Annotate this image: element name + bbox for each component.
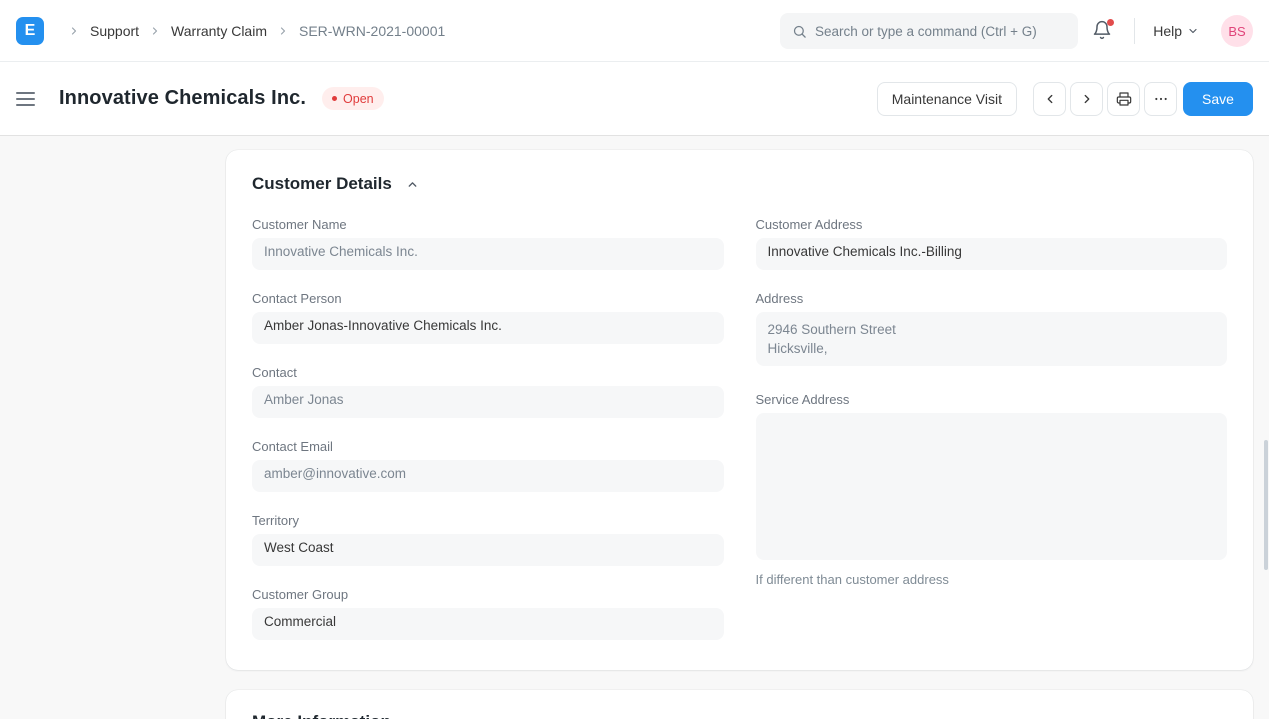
- service-address-label: Service Address: [756, 392, 1228, 407]
- page-header-actions: Maintenance Visit Save: [877, 82, 1253, 116]
- sidebar-toggle-icon[interactable]: [16, 90, 35, 108]
- address-display: 2946 Southern Street Hicksville,: [756, 312, 1228, 366]
- chevron-down-icon: [1187, 25, 1199, 37]
- previous-document-button[interactable]: [1033, 82, 1066, 116]
- customer-details-grid: Customer Name Innovative Chemicals Inc. …: [252, 217, 1227, 661]
- contact-label: Contact: [252, 365, 724, 380]
- column-left: Customer Name Innovative Chemicals Inc. …: [252, 217, 724, 661]
- page-title: Innovative Chemicals Inc.: [59, 87, 306, 110]
- breadcrumb: Support Warranty Claim SER-WRN-2021-0000…: [58, 23, 445, 39]
- help-menu[interactable]: Help: [1153, 23, 1199, 39]
- search-icon: [792, 24, 807, 39]
- chevron-right-icon: [277, 25, 289, 37]
- chevron-right-icon: [149, 25, 161, 37]
- search-input[interactable]: Search or type a command (Ctrl + G): [780, 13, 1078, 49]
- more-information-section-header[interactable]: More Information: [252, 712, 1227, 719]
- breadcrumb-support[interactable]: Support: [90, 23, 139, 39]
- customer-details-section-header[interactable]: Customer Details: [252, 174, 1227, 194]
- address-line-1: 2946 Southern Street: [768, 320, 1216, 339]
- section-title: More Information: [252, 712, 391, 719]
- contact-input[interactable]: Amber Jonas: [252, 386, 724, 418]
- address-line-2: Hicksville,: [768, 339, 1216, 358]
- field-service-address: Service Address If different than custom…: [756, 392, 1228, 587]
- navbar: E Support Warranty Claim SER-WRN-2021-00…: [0, 0, 1269, 62]
- user-avatar[interactable]: BS: [1221, 15, 1253, 47]
- more-information-section: More Information: [226, 690, 1253, 719]
- chevron-right-icon: [1080, 92, 1094, 106]
- territory-input[interactable]: West Coast: [252, 534, 724, 566]
- form-body: Customer Details Customer Name Innovativ…: [0, 136, 1269, 719]
- search-placeholder: Search or type a command (Ctrl + G): [815, 24, 1037, 39]
- address-label: Address: [756, 291, 1228, 306]
- column-right: Customer Address Innovative Chemicals In…: [756, 217, 1228, 661]
- customer-group-input[interactable]: Commercial: [252, 608, 724, 640]
- service-address-help-text: If different than customer address: [756, 572, 1228, 587]
- app-logo-icon[interactable]: E: [16, 17, 44, 45]
- customer-details-section: Customer Details Customer Name Innovativ…: [226, 150, 1253, 670]
- field-contact-email: Contact Email amber@innovative.com: [252, 439, 724, 492]
- territory-label: Territory: [252, 513, 724, 528]
- contact-person-label: Contact Person: [252, 291, 724, 306]
- page-header: Innovative Chemicals Inc. Open Maintenan…: [0, 62, 1269, 136]
- help-label: Help: [1153, 23, 1182, 39]
- status-badge: Open: [322, 87, 384, 110]
- customer-group-label: Customer Group: [252, 587, 724, 602]
- field-territory: Territory West Coast: [252, 513, 724, 566]
- printer-icon: [1116, 91, 1132, 107]
- field-customer-address: Customer Address Innovative Chemicals In…: [756, 217, 1228, 270]
- maintenance-visit-button[interactable]: Maintenance Visit: [877, 82, 1017, 116]
- customer-name-input[interactable]: Innovative Chemicals Inc.: [252, 238, 724, 270]
- section-title: Customer Details: [252, 174, 392, 194]
- chevron-up-icon: [406, 178, 419, 191]
- contact-email-input[interactable]: amber@innovative.com: [252, 460, 724, 492]
- customer-name-label: Customer Name: [252, 217, 724, 232]
- notification-dot: [1107, 19, 1114, 26]
- status-dot-icon: [332, 96, 337, 101]
- chevron-left-icon: [1043, 92, 1057, 106]
- chevron-right-icon: [68, 25, 80, 37]
- contact-person-input[interactable]: Amber Jonas-Innovative Chemicals Inc.: [252, 312, 724, 344]
- breadcrumb-document-id[interactable]: SER-WRN-2021-00001: [299, 23, 445, 39]
- field-customer-group: Customer Group Commercial: [252, 587, 724, 640]
- page-header-left: Innovative Chemicals Inc. Open: [16, 87, 384, 110]
- breadcrumb-warranty-claim[interactable]: Warranty Claim: [171, 23, 267, 39]
- field-address: Address 2946 Southern Street Hicksville,: [756, 291, 1228, 366]
- field-contact-person: Contact Person Amber Jonas-Innovative Ch…: [252, 291, 724, 344]
- service-address-textarea[interactable]: [756, 413, 1228, 560]
- contact-email-label: Contact Email: [252, 439, 724, 454]
- save-button[interactable]: Save: [1183, 82, 1253, 116]
- next-document-button[interactable]: [1070, 82, 1103, 116]
- field-customer-name: Customer Name Innovative Chemicals Inc.: [252, 217, 724, 270]
- notifications-bell-icon[interactable]: [1092, 20, 1114, 42]
- status-label: Open: [343, 92, 374, 106]
- divider: [1134, 18, 1135, 44]
- scrollbar-thumb[interactable]: [1264, 440, 1268, 570]
- field-contact: Contact Amber Jonas: [252, 365, 724, 418]
- more-options-button[interactable]: [1144, 82, 1177, 116]
- customer-address-label: Customer Address: [756, 217, 1228, 232]
- navbar-right: Help BS: [1092, 0, 1253, 62]
- print-button[interactable]: [1107, 82, 1140, 116]
- customer-address-input[interactable]: Innovative Chemicals Inc.-Billing: [756, 238, 1228, 270]
- ellipsis-icon: [1153, 91, 1169, 107]
